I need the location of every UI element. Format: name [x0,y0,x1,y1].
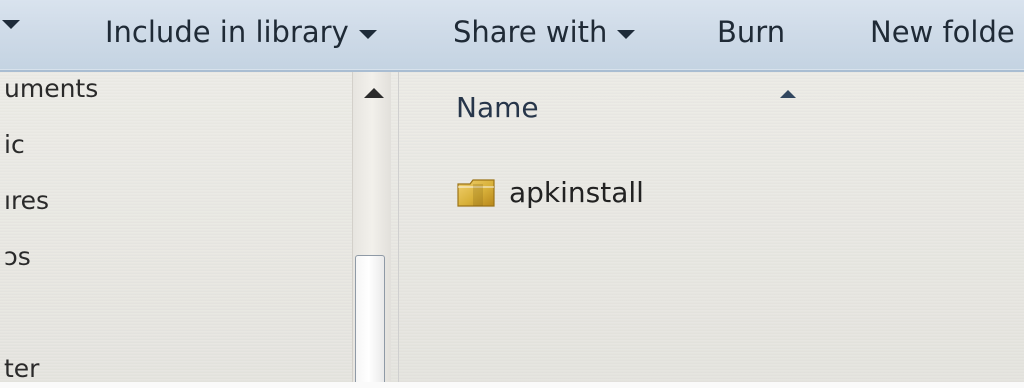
folder-icon [457,179,495,207]
sort-up-icon [780,90,796,98]
nav-item-documents[interactable]: uments [4,74,98,103]
new-folder-button[interactable]: New folde [870,12,1015,52]
command-bar: Include in library Share with Burn New f… [0,0,1024,72]
nav-item-computer[interactable]: ter [4,354,39,383]
chevron-down-icon [358,29,377,39]
file-name: apkinstall [509,175,644,209]
burn-button[interactable]: Burn [717,12,785,52]
new-folder-label: New folde [870,15,1015,49]
scroll-up-arrow-icon[interactable] [364,88,384,98]
column-header-name[interactable]: Name [456,91,539,124]
include-in-library-button[interactable]: Include in library [105,12,377,52]
bottom-edge [0,382,1024,388]
burn-label: Burn [717,15,786,49]
share-with-label: Share with [453,15,608,49]
chevron-down-icon [617,29,636,39]
share-with-button[interactable]: Share with [453,12,636,52]
nav-item-pictures[interactable]: ıres [4,186,49,215]
nav-item-music[interactable]: ic [4,130,25,159]
navigation-pane: uments ic ıres ɔs ter [0,72,399,388]
file-list-item[interactable]: apkinstall [455,168,644,216]
navigation-scroll-thumb[interactable] [355,255,385,388]
nav-item-videos[interactable]: ɔs [4,242,31,271]
chevron-down-icon[interactable] [2,20,20,29]
include-in-library-label: Include in library [105,15,349,49]
